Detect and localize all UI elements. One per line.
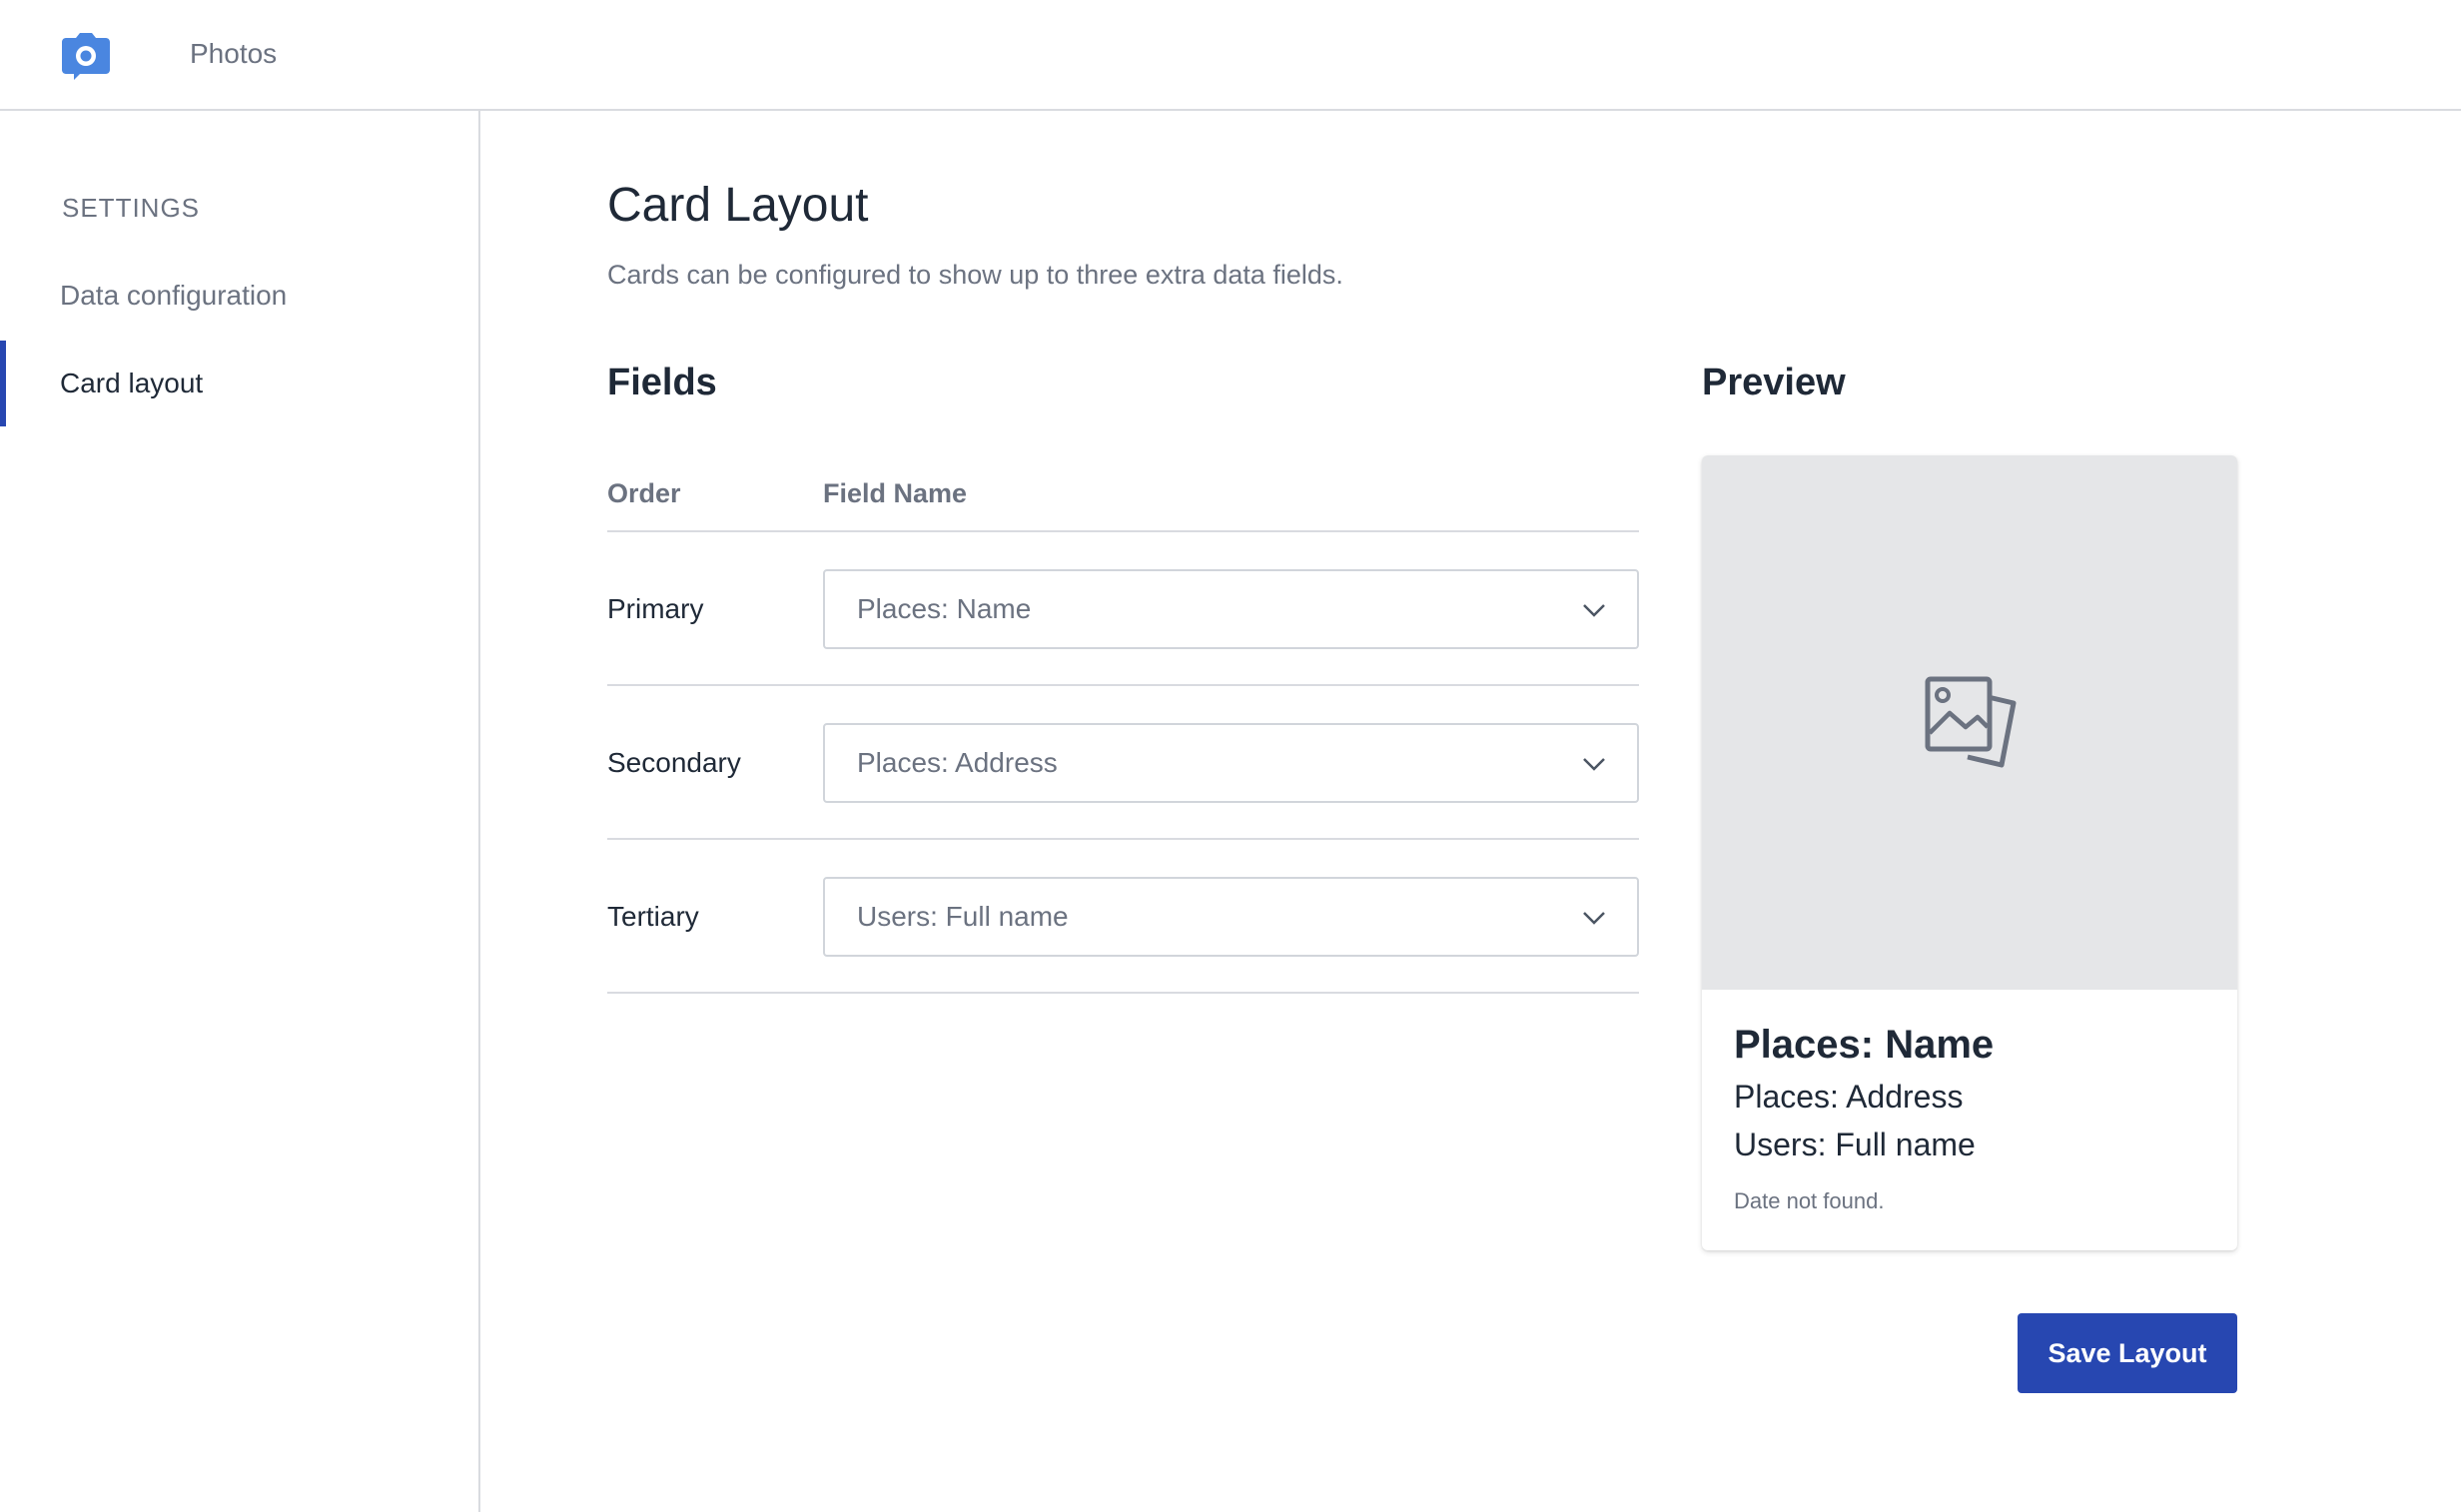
image-placeholder-icon bbox=[1925, 676, 2017, 768]
secondary-field-select[interactable]: Places: Address bbox=[823, 723, 1639, 803]
select-value: Users: Full name bbox=[857, 901, 1069, 932]
column-header-order: Order bbox=[607, 478, 681, 508]
sidebar-item-label: Data configuration bbox=[60, 280, 288, 311]
select-value: Places: Address bbox=[857, 747, 1058, 778]
row-label-primary: Primary bbox=[607, 593, 704, 624]
camera-icon[interactable] bbox=[60, 30, 112, 82]
sidebar-item-data-configuration[interactable]: Data configuration bbox=[0, 253, 478, 339]
divider bbox=[607, 684, 1639, 686]
tertiary-field-select[interactable]: Users: Full name bbox=[823, 877, 1639, 957]
page-description: Cards can be configured to show up to th… bbox=[607, 260, 1343, 290]
preview-date-text: Date not found. bbox=[1734, 1188, 1885, 1213]
app-title[interactable]: Photos bbox=[190, 38, 277, 70]
preview-primary-text: Places: Name bbox=[1734, 1023, 1995, 1067]
chevron-down-icon bbox=[1583, 604, 1605, 617]
row-label-tertiary: Tertiary bbox=[607, 901, 699, 932]
sidebar-heading: SETTINGS bbox=[62, 193, 201, 223]
preview-tertiary-text: Users: Full name bbox=[1734, 1127, 1976, 1162]
select-value: Places: Name bbox=[857, 593, 1032, 624]
page-title: Card Layout bbox=[607, 179, 869, 232]
divider bbox=[607, 992, 1639, 994]
preview-card: Places: Name Places: Address Users: Full… bbox=[1702, 455, 2237, 1250]
row-label-secondary: Secondary bbox=[607, 747, 741, 778]
preview-heading: Preview bbox=[1702, 362, 1846, 403]
divider bbox=[607, 530, 1639, 532]
sidebar-item-label: Card layout bbox=[60, 368, 204, 398]
primary-field-select[interactable]: Places: Name bbox=[823, 569, 1639, 649]
top-bar: Photos bbox=[0, 0, 2461, 111]
fields-heading: Fields bbox=[607, 362, 717, 403]
preview-image-placeholder bbox=[1702, 455, 2237, 990]
preview-secondary-text: Places: Address bbox=[1734, 1079, 1964, 1115]
column-header-field-name: Field Name bbox=[823, 478, 968, 508]
chevron-down-icon bbox=[1583, 912, 1605, 925]
settings-sidebar: SETTINGS Data configuration Card layout bbox=[0, 111, 480, 1512]
chevron-down-icon bbox=[1583, 758, 1605, 771]
divider bbox=[607, 838, 1639, 840]
sidebar-item-card-layout[interactable]: Card layout bbox=[0, 341, 478, 426]
save-layout-button[interactable]: Save Layout bbox=[2018, 1313, 2237, 1393]
